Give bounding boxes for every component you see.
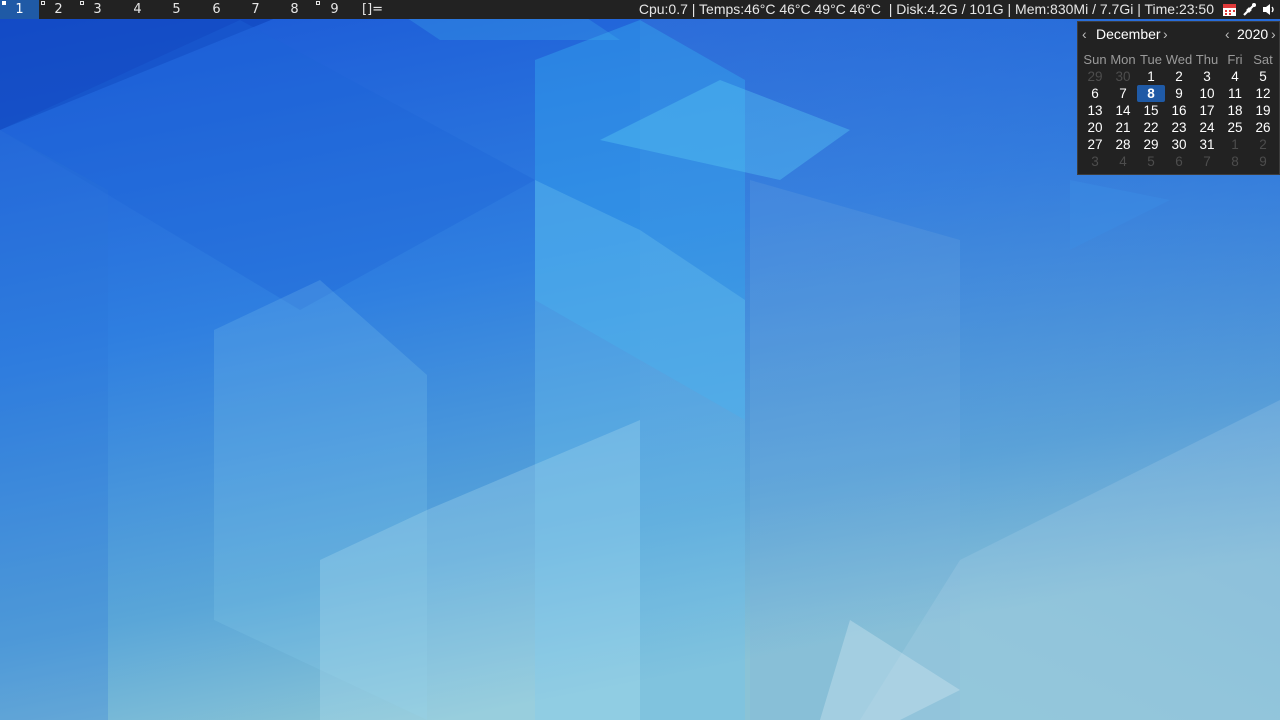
calendar-day[interactable]: 11 bbox=[1221, 85, 1249, 102]
calendar-week-row: 13 14 15 16 17 18 19 bbox=[1081, 102, 1280, 119]
tag-9[interactable]: 9 bbox=[315, 0, 354, 19]
calendar-day[interactable]: 29 bbox=[1137, 136, 1165, 153]
calendar-popup: ‹ December › ‹ 2020 › Sun Mon Tue Wed Th… bbox=[1077, 21, 1280, 175]
tag-8[interactable]: 8 bbox=[275, 0, 320, 19]
weekday-label: Fri bbox=[1227, 52, 1243, 67]
tag-6[interactable]: 6 bbox=[197, 0, 236, 19]
calendar-day-other-month[interactable]: 29 bbox=[1081, 68, 1109, 85]
calendar-day[interactable]: 26 bbox=[1249, 119, 1277, 136]
calendar-day[interactable]: 1 bbox=[1137, 68, 1165, 85]
network-icon[interactable] bbox=[1242, 2, 1257, 17]
calendar-day[interactable]: 23 bbox=[1165, 119, 1193, 136]
weekday-label: Mon bbox=[1110, 52, 1136, 67]
calendar-day[interactable]: 3 bbox=[1193, 68, 1221, 85]
weekday-label: Sun bbox=[1083, 52, 1107, 67]
calendar-icon[interactable] bbox=[1222, 2, 1237, 17]
calendar-day-today[interactable]: 8 bbox=[1137, 85, 1165, 102]
tag-3[interactable]: 3 bbox=[78, 0, 117, 19]
calendar-day[interactable]: 5 bbox=[1249, 68, 1277, 85]
calendar-day[interactable]: 15 bbox=[1137, 102, 1165, 119]
calendar-day[interactable]: 2 bbox=[1165, 68, 1193, 85]
calendar-day[interactable]: 30 bbox=[1165, 136, 1193, 153]
tag-label: 9 bbox=[330, 2, 339, 17]
tag-occupied-indicator bbox=[80, 1, 84, 5]
calendar-day-other-month[interactable]: 8 bbox=[1221, 153, 1249, 170]
calendar-day[interactable]: 14 bbox=[1109, 102, 1137, 119]
volume-icon[interactable] bbox=[1262, 2, 1277, 17]
calendar-day[interactable]: 4 bbox=[1221, 68, 1249, 85]
tag-occupied-indicator bbox=[2, 1, 6, 5]
calendar-week-row: 29 30 1 2 3 4 5 bbox=[1081, 68, 1280, 85]
next-year-button[interactable]: › bbox=[1271, 26, 1276, 42]
calendar-day-other-month[interactable]: 9 bbox=[1249, 153, 1277, 170]
tag-occupied-indicator bbox=[41, 1, 45, 5]
calendar-week-row: 6 7 8 9 10 11 12 bbox=[1081, 85, 1280, 102]
calendar-day-other-month[interactable]: 1 bbox=[1221, 136, 1249, 153]
previous-year-button[interactable]: ‹ bbox=[1225, 26, 1230, 42]
calendar-day[interactable]: 7 bbox=[1109, 85, 1137, 102]
tag-label: 3 bbox=[93, 2, 102, 17]
calendar-day-other-month[interactable]: 6 bbox=[1165, 153, 1193, 170]
calendar-week-row: 27 28 29 30 31 1 2 bbox=[1081, 136, 1280, 153]
calendar-week-row: 20 21 22 23 24 25 26 bbox=[1081, 119, 1280, 136]
calendar-day[interactable]: 25 bbox=[1221, 119, 1249, 136]
calendar-month: December bbox=[1096, 26, 1161, 42]
tag-label: 4 bbox=[133, 2, 142, 17]
calendar-day[interactable]: 10 bbox=[1193, 85, 1221, 102]
calendar-day[interactable]: 18 bbox=[1221, 102, 1249, 119]
weekday-header-row: Sun Mon Tue Wed Thu Fri Sat bbox=[1081, 51, 1280, 68]
layout-indicator[interactable]: []= bbox=[362, 0, 383, 19]
calendar-day[interactable]: 28 bbox=[1109, 136, 1137, 153]
calendar-day[interactable]: 12 bbox=[1249, 85, 1277, 102]
weekday-label: Thu bbox=[1195, 52, 1219, 67]
next-month-button[interactable]: › bbox=[1163, 26, 1168, 42]
tag-label: 5 bbox=[172, 2, 181, 17]
calendar-grid: Sun Mon Tue Wed Thu Fri Sat 29 30 1 2 3 … bbox=[1081, 51, 1280, 170]
weekday-label: Tue bbox=[1140, 52, 1162, 67]
tag-label: 6 bbox=[212, 2, 221, 17]
previous-month-button[interactable]: ‹ bbox=[1082, 26, 1087, 42]
calendar-day[interactable]: 21 bbox=[1109, 119, 1137, 136]
system-tray bbox=[1218, 0, 1280, 19]
tag-1[interactable]: 1 bbox=[0, 0, 39, 19]
tag-4[interactable]: 4 bbox=[118, 0, 157, 19]
calendar-day[interactable]: 9 bbox=[1165, 85, 1193, 102]
calendar-year: 2020 bbox=[1237, 26, 1269, 42]
calendar-day-other-month[interactable]: 3 bbox=[1081, 153, 1109, 170]
calendar-day-other-month[interactable]: 30 bbox=[1109, 68, 1137, 85]
weekday-label: Wed bbox=[1165, 52, 1193, 67]
calendar-day-other-month[interactable]: 2 bbox=[1249, 136, 1277, 153]
tag-label: 1 bbox=[15, 2, 24, 17]
calendar-day[interactable]: 22 bbox=[1137, 119, 1165, 136]
calendar-day[interactable]: 27 bbox=[1081, 136, 1109, 153]
calendar-week-row: 3 4 5 6 7 8 9 bbox=[1081, 153, 1280, 170]
calendar-day-other-month[interactable]: 7 bbox=[1193, 153, 1221, 170]
calendar-day[interactable]: 16 bbox=[1165, 102, 1193, 119]
calendar-day[interactable]: 20 bbox=[1081, 119, 1109, 136]
weekday-label: Sat bbox=[1253, 52, 1273, 67]
calendar-day[interactable]: 13 bbox=[1081, 102, 1109, 119]
calendar-day[interactable]: 17 bbox=[1193, 102, 1221, 119]
calendar-day[interactable]: 6 bbox=[1081, 85, 1109, 102]
tag-label: 8 bbox=[290, 2, 299, 17]
tag-label: 2 bbox=[54, 2, 63, 17]
status-bar: 1 2 3 4 5 6 7 8 9 []= Cpu:0.7 | Temps:46… bbox=[0, 0, 1280, 19]
tag-7[interactable]: 7 bbox=[236, 0, 275, 19]
calendar-day-other-month[interactable]: 5 bbox=[1137, 153, 1165, 170]
system-status-text: Cpu:0.7 | Temps:46°C 46°C 49°C 46°C | Di… bbox=[638, 1, 1214, 17]
calendar-day[interactable]: 19 bbox=[1249, 102, 1277, 119]
tag-2[interactable]: 2 bbox=[39, 0, 78, 19]
tag-label: 7 bbox=[251, 2, 260, 17]
calendar-day[interactable]: 31 bbox=[1193, 136, 1221, 153]
calendar-day[interactable]: 24 bbox=[1193, 119, 1221, 136]
tag-5[interactable]: 5 bbox=[157, 0, 196, 19]
calendar-day-other-month[interactable]: 4 bbox=[1109, 153, 1137, 170]
